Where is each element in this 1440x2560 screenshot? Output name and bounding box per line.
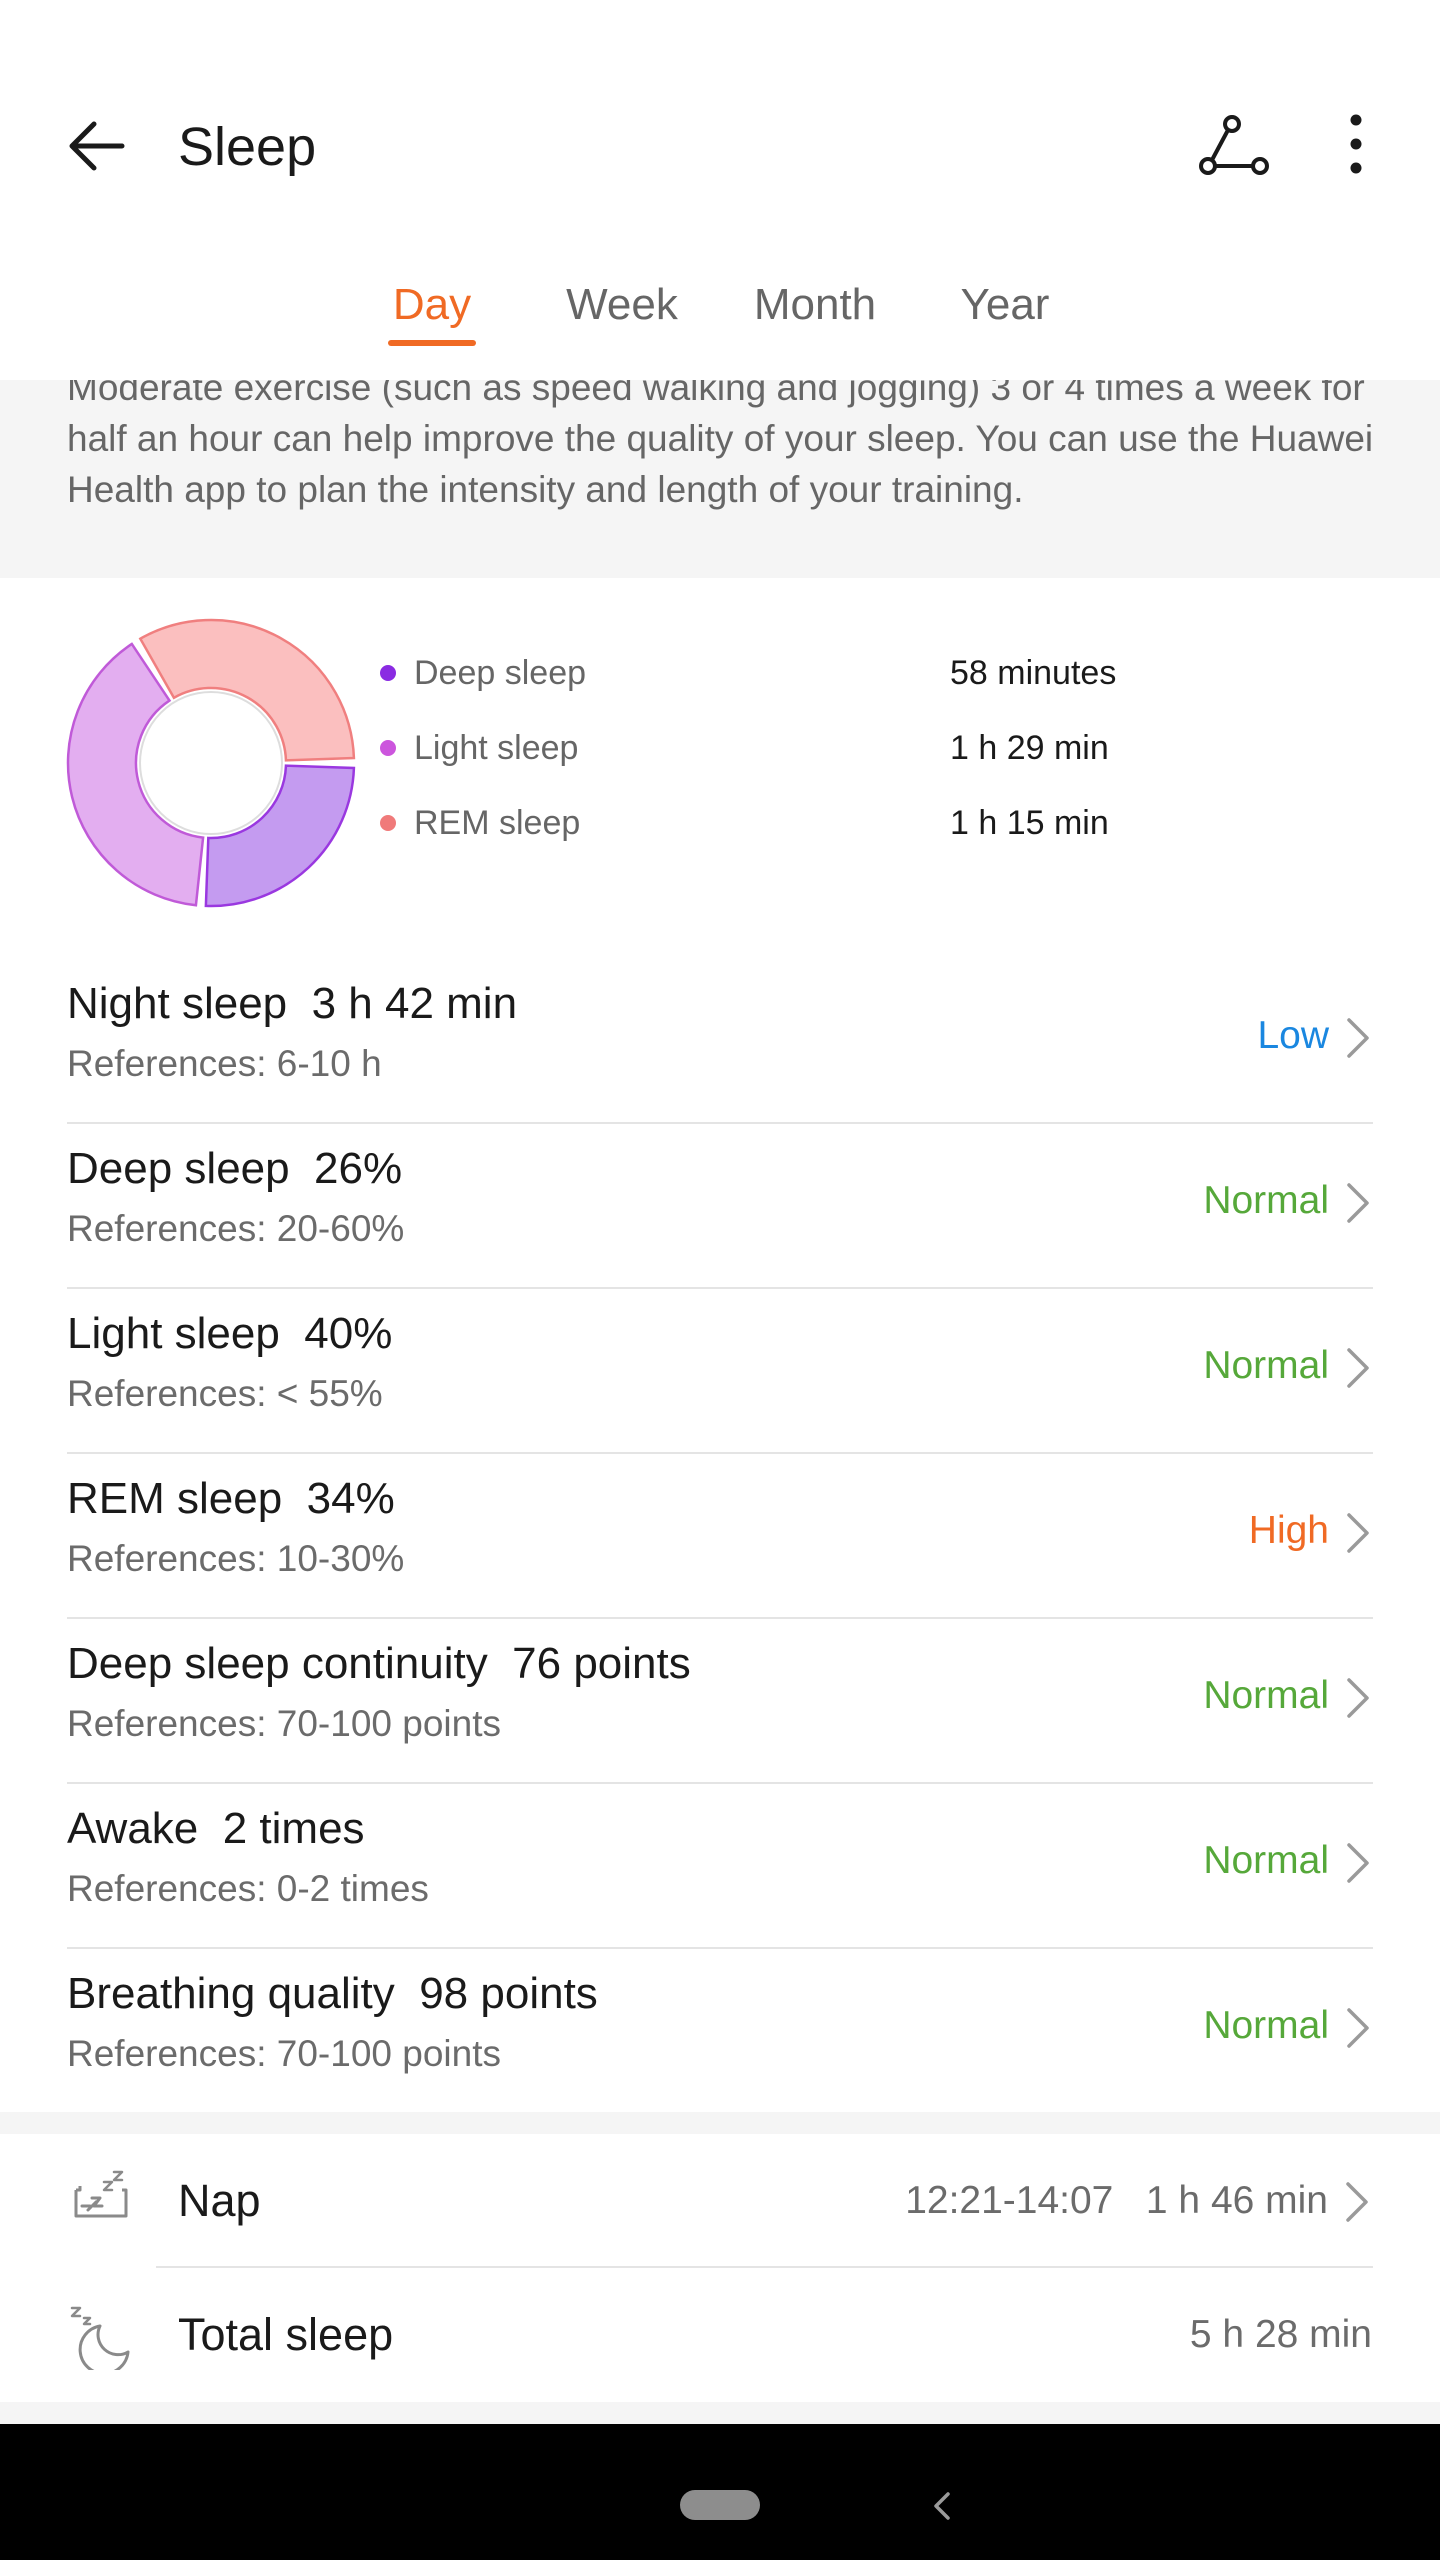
chevron-right-icon [1347,1513,1369,1553]
home-pill-button[interactable] [680,2490,760,2520]
tab-day[interactable]: Day [372,270,492,350]
nav-back-icon[interactable] [922,2484,962,2528]
metric-reference: References: 6-10 h [67,1043,382,1084]
legend-value: 1 h 15 min [950,804,1109,842]
sleep-tip-text: Moderate exercise (such as speed walking… [67,380,1374,510]
sleep-distribution-donut [66,618,356,908]
total-sleep-row: Total sleep 5 h 28 min [0,2268,1440,2402]
arrow-left-icon [69,121,125,171]
metric-reference: References: 0-2 times [67,1868,429,1909]
status-badge: Normal [1203,1839,1329,1882]
sleep-tip: Moderate exercise (such as speed walking… [0,380,1440,558]
metric-night-sleep[interactable]: Night sleep 3 h 42 min References: 6-10 … [67,960,1373,1124]
tab-week[interactable]: Week [552,270,692,350]
divider [67,1122,1373,1124]
metric-reference: References: < 55% [67,1373,383,1414]
metric-light-sleep[interactable]: Light sleep 40% References: < 55% Normal [67,1290,1373,1454]
status-badge: Normal [1203,1674,1329,1717]
metric-name: Light sleep 40% [67,1309,393,1358]
system-navigation-bar [0,2424,1440,2560]
route-button[interactable] [1188,108,1278,188]
chevron-right-icon [1347,2008,1369,2048]
legend-dot [380,815,396,831]
moon-sleep-icon [70,2306,130,2370]
status-badge: Normal [1203,1344,1329,1387]
total-sleep-label: Total sleep [178,2309,394,2360]
legend-row-deep: Deep sleep 58 minutes [380,648,1380,698]
status-badge: High [1248,1509,1329,1552]
status-badge: Low [1257,1014,1329,1057]
metric-deep-sleep-continuity[interactable]: Deep sleep continuity 76 points Referenc… [67,1620,1373,1784]
metric-name: Night sleep 3 h 42 min [67,979,518,1028]
nap-total-card: Nap 12:21-14:07 1 h 46 min Total sleep 5… [0,2134,1440,2402]
nap-summary: 12:21-14:07 1 h 46 min [905,2172,1328,2230]
more-options-button[interactable] [1326,108,1386,188]
chevron-right-icon [1347,1348,1369,1388]
legend-dot [380,740,396,756]
metric-deep-sleep[interactable]: Deep sleep 26% References: 20-60% Normal [67,1125,1373,1289]
chevron-right-icon [1347,1018,1369,1058]
nap-label: Nap [178,2175,261,2226]
tab-year[interactable]: Year [940,270,1070,350]
chevron-right-icon [1346,2182,1368,2222]
divider [67,1782,1373,1784]
legend-dot [380,665,396,681]
total-sleep-duration: 5 h 28 min [1189,2313,1372,2356]
nap-time-range: 12:21-14:07 [905,2179,1114,2222]
metric-name: Deep sleep continuity 76 points [67,1639,691,1688]
metric-rem-sleep[interactable]: REM sleep 34% References: 10-30% High [67,1455,1373,1619]
metric-reference: References: 70-100 points [67,2033,501,2074]
metric-reference: References: 70-100 points [67,1703,501,1744]
tab-month[interactable]: Month [740,270,890,350]
period-tabs: Day Week Month Year [0,270,1440,370]
metric-name: REM sleep 34% [67,1474,395,1523]
chevron-right-icon [1347,1678,1369,1718]
legend-row-rem: REM sleep 1 h 15 min [380,798,1380,848]
metric-name: Deep sleep 26% [67,1144,403,1193]
nap-icon [74,2170,128,2218]
nap-duration: 1 h 46 min [1145,2179,1328,2222]
divider [67,1452,1373,1454]
metric-reference: References: 20-60% [67,1208,405,1249]
sleep-summary-card: Deep sleep 58 minutes Light sleep 1 h 29… [0,578,1440,2112]
metric-name: Breathing quality 98 points [67,1969,598,2018]
metric-breathing-quality[interactable]: Breathing quality 98 points References: … [67,1950,1373,2114]
donut-hole [139,691,283,835]
chevron-right-icon [1347,1843,1369,1883]
divider [67,1617,1373,1619]
nap-row[interactable]: Nap 12:21-14:07 1 h 46 min [0,2134,1440,2268]
more-vertical-icon [1350,114,1362,174]
legend-label: Deep sleep [414,654,587,692]
page-title: Sleep [178,117,317,177]
legend-label: Light sleep [414,729,579,767]
chevron-right-icon [1347,1183,1369,1223]
legend-value: 58 minutes [950,654,1117,692]
metric-awake[interactable]: Awake 2 times References: 0-2 times Norm… [67,1785,1373,1949]
active-tab-indicator [388,340,476,346]
status-badge: Normal [1203,1179,1329,1222]
metric-name: Awake 2 times [67,1804,365,1853]
app-header: Sleep Day Week Month Year [0,0,1440,380]
metric-reference: References: 10-30% [67,1538,405,1579]
route-icon [1199,115,1269,175]
legend-row-light: Light sleep 1 h 29 min [380,723,1380,773]
status-badge: Normal [1203,2004,1329,2047]
back-button[interactable] [60,110,140,190]
legend-value: 1 h 29 min [950,729,1109,767]
divider [67,1287,1373,1289]
divider [67,1947,1373,1949]
legend-label: REM sleep [414,804,581,842]
